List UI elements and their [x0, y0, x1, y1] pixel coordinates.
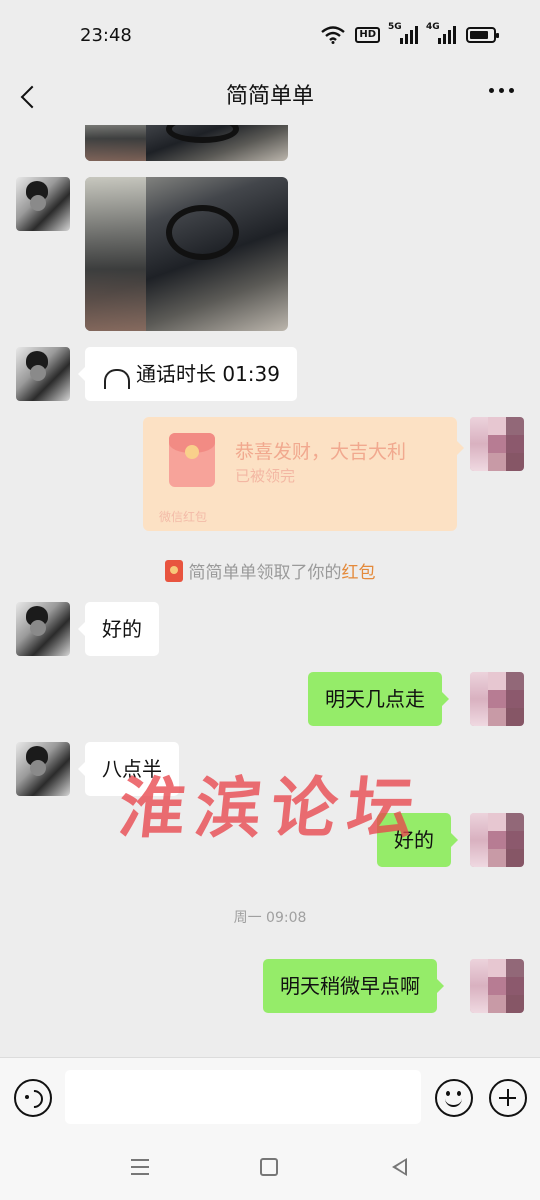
red-packet-footer: 微信红包	[159, 510, 208, 524]
red-packet-mini-icon	[164, 560, 183, 582]
voice-icon[interactable]	[14, 1079, 52, 1117]
message-input[interactable]	[65, 1070, 421, 1124]
red-packet-icon	[169, 433, 215, 487]
contact-avatar[interactable]	[16, 177, 70, 231]
system-notice: 简简单单领取了你的红包	[0, 558, 540, 583]
red-packet-status: 已被领完	[235, 467, 296, 485]
system-navigation-bar	[0, 1137, 540, 1200]
chat-message-list[interactable]: 通话时长 01:39 恭喜发财，大吉大利 已被领完 微信红包 简简单单领取了你的…	[0, 125, 540, 1057]
signal-4g-icon: 4G	[426, 22, 456, 44]
chat-title: 简简单单	[225, 84, 314, 109]
more-options-button[interactable]	[489, 88, 514, 93]
plus-icon[interactable]	[489, 1079, 527, 1117]
call-duration-text: 通话时长 01:39	[136, 362, 280, 386]
signal-4g-label: 4G	[426, 22, 440, 32]
my-avatar[interactable]	[470, 813, 524, 867]
status-icons: HD 5G 4G	[321, 22, 499, 44]
sent-message-bubble[interactable]: 明天稍微早点啊	[263, 959, 444, 1013]
my-avatar[interactable]	[470, 672, 524, 726]
signal-5g-label: 5G	[388, 22, 402, 32]
my-avatar[interactable]	[470, 417, 524, 471]
hd-badge: HD	[355, 27, 380, 43]
received-message-bubble[interactable]: 好的	[78, 602, 159, 656]
input-bar	[0, 1057, 540, 1137]
system-back-icon[interactable]	[390, 1158, 408, 1176]
contact-avatar[interactable]	[16, 742, 70, 796]
battery-fill	[470, 31, 488, 39]
call-record-bubble[interactable]: 通话时长 01:39	[78, 347, 297, 401]
emoji-icon[interactable]	[435, 1079, 473, 1117]
signal-5g-icon: 5G	[388, 22, 418, 44]
red-packet-title: 恭喜发财，大吉大利	[235, 441, 407, 463]
battery-icon	[466, 27, 499, 43]
chat-image-message[interactable]	[85, 177, 288, 331]
recent-apps-icon[interactable]	[131, 1159, 149, 1175]
my-avatar[interactable]	[470, 959, 524, 1013]
contact-avatar[interactable]	[16, 602, 70, 656]
phone-hangup-icon	[102, 367, 130, 389]
red-packet-link[interactable]: 红包	[342, 563, 376, 583]
sent-message-bubble[interactable]: 好的	[377, 813, 458, 867]
chat-header: 简简单单	[0, 70, 540, 125]
received-message-bubble[interactable]: 八点半	[78, 742, 179, 796]
status-time: 23:48	[80, 25, 132, 46]
chat-image-message[interactable]	[85, 125, 288, 161]
contact-avatar[interactable]	[16, 347, 70, 401]
message-timestamp: 周一 09:08	[233, 910, 307, 926]
wifi-icon	[321, 26, 346, 44]
system-notice-text: 简简单单领取了你的	[188, 563, 342, 583]
sent-message-bubble[interactable]: 明天几点走	[308, 672, 449, 726]
status-bar: 23:48 HD 5G 4G	[0, 0, 540, 70]
red-packet-message[interactable]: 恭喜发财，大吉大利 已被领完 微信红包	[143, 417, 464, 531]
home-icon[interactable]	[260, 1158, 278, 1176]
